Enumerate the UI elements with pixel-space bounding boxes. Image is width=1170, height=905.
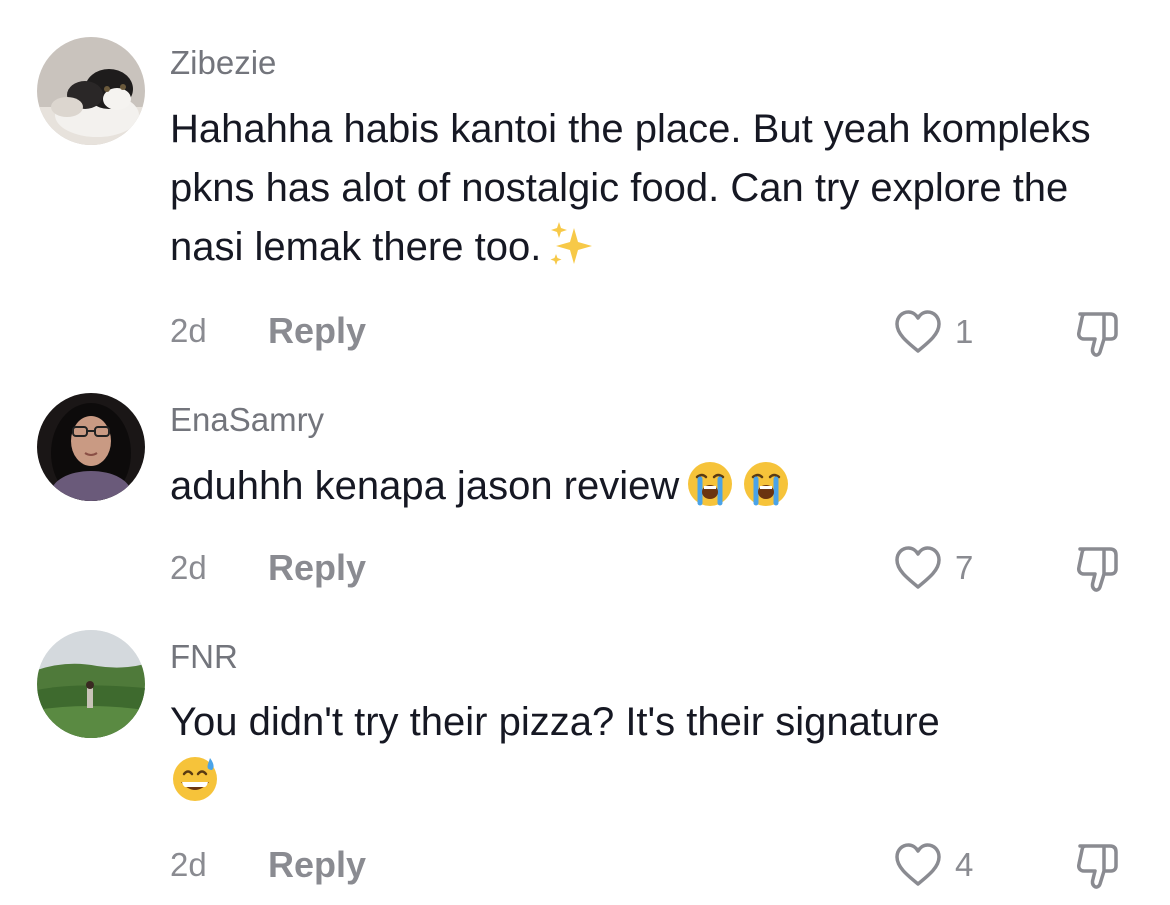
reply-button[interactable]: Reply	[268, 845, 366, 885]
comment-text-content: You didn't try their pizza? It's their s…	[170, 700, 940, 744]
like-button[interactable]: 1	[891, 307, 991, 357]
heart-icon	[895, 546, 941, 589]
avatar[interactable]	[37, 393, 145, 501]
comment-time: 2d	[170, 846, 207, 883]
loudly-crying-face-icon	[685, 459, 735, 509]
comment-text-content: Hahahha habis kantoi the place. But yeah…	[170, 107, 1091, 269]
comment-username[interactable]: Zibezie	[170, 43, 276, 83]
comment-text: You didn't try their pizza? It's their s…	[170, 693, 1130, 811]
like-button[interactable]: 7	[891, 543, 991, 593]
comment-username[interactable]: EnaSamry	[170, 400, 324, 440]
thumbs-down-icon	[1077, 844, 1118, 889]
thumbs-down-icon	[1077, 547, 1118, 592]
dislike-button[interactable]	[1070, 541, 1126, 597]
dislike-button[interactable]	[1070, 306, 1126, 362]
comment-text-content: aduhhh kenapa jason review	[170, 464, 680, 508]
heart-icon	[895, 310, 941, 353]
comment-username[interactable]: FNR	[170, 637, 238, 677]
heart-icon	[895, 843, 941, 886]
like-count: 7	[955, 549, 974, 586]
like-count: 1	[955, 313, 974, 350]
avatar[interactable]	[37, 37, 145, 145]
grinning-face-with-sweat-icon	[170, 754, 220, 804]
dislike-button[interactable]	[1070, 838, 1126, 894]
avatar[interactable]	[37, 630, 145, 738]
sparkles-icon	[547, 220, 597, 270]
comment-text: aduhhh kenapa jason review	[170, 457, 1130, 516]
like-count: 4	[955, 846, 974, 883]
comment-text: Hahahha habis kantoi the place. But yeah…	[170, 100, 1130, 277]
like-button[interactable]: 4	[891, 840, 991, 890]
loudly-crying-face-icon	[741, 459, 791, 509]
reply-button[interactable]: Reply	[268, 311, 366, 351]
reply-button[interactable]: Reply	[268, 548, 366, 588]
comment-time: 2d	[170, 549, 207, 586]
thumbs-down-icon	[1077, 312, 1118, 357]
comment-time: 2d	[170, 312, 207, 349]
